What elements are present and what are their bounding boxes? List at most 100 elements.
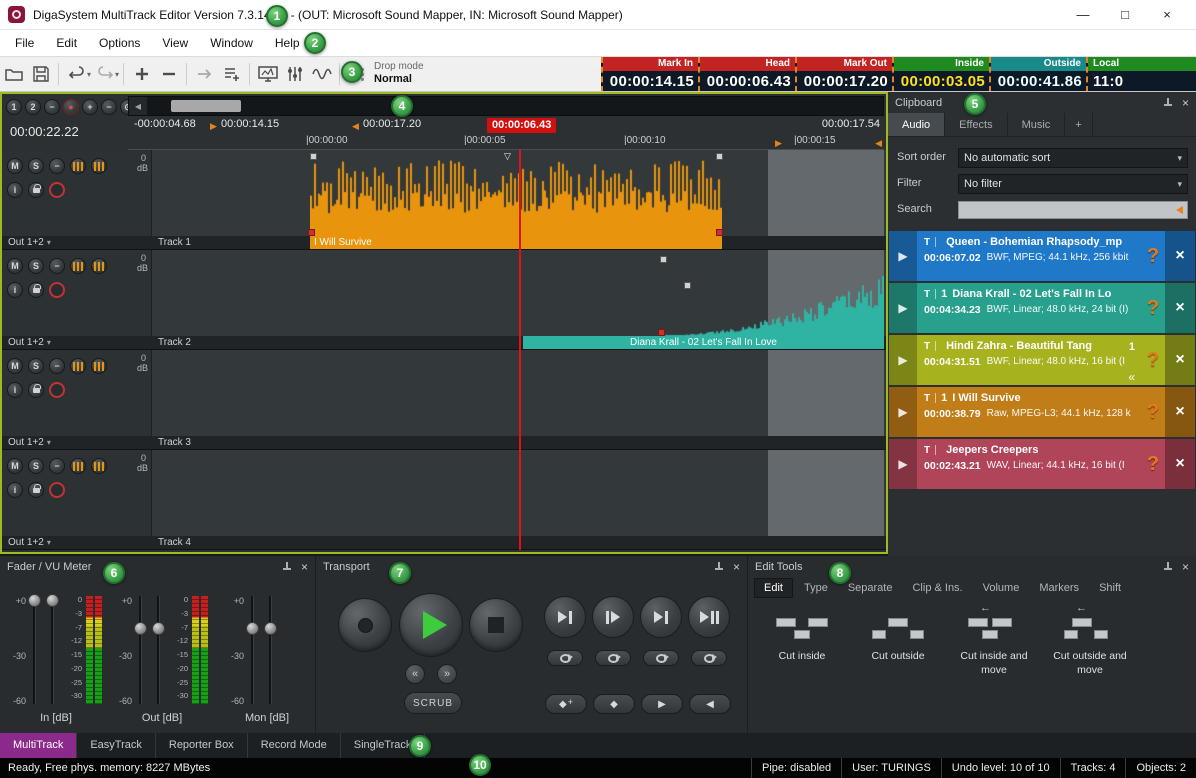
clip-question-icon[interactable]: ? — [1141, 335, 1165, 385]
info-button[interactable]: i — [7, 382, 23, 398]
clipboard-item-hindi-zahra[interactable]: ▶ T Hindi Zahra - Beautiful Tang 00:04:3… — [889, 335, 1195, 385]
collapse-track-button[interactable]: − — [49, 158, 65, 174]
lock-button[interactable] — [28, 282, 44, 298]
forward-button[interactable]: » — [437, 664, 457, 684]
time-field-mark-out[interactable]: Mark Out 00:00:17.20 — [795, 57, 892, 92]
tab-shift[interactable]: Shift — [1090, 578, 1130, 598]
skip-to-start-button[interactable] — [544, 596, 586, 638]
clip-title-bar[interactable]: Diana Krall - 02 Let's Fall In Love — [523, 336, 884, 349]
clip-question-icon[interactable]: ? — [1141, 439, 1165, 489]
menu-edit[interactable]: Edit — [45, 30, 88, 56]
output-routing-select[interactable]: Out 1+2 ▾ — [8, 236, 51, 249]
time-field-head[interactable]: Head 00:00:06.43 — [698, 57, 795, 92]
tab-separate[interactable]: Separate — [839, 578, 902, 598]
pin-icon[interactable] — [714, 562, 724, 572]
stop-button[interactable] — [469, 598, 523, 652]
loop-button-3[interactable] — [643, 650, 679, 666]
mixer-view-button[interactable] — [281, 61, 308, 88]
menu-view[interactable]: View — [151, 30, 199, 56]
monitor-view-button[interactable] — [254, 61, 281, 88]
tab-multitrack[interactable]: MultiTrack — [0, 733, 77, 758]
search-input[interactable] — [958, 201, 1188, 219]
close-button[interactable]: × — [1146, 1, 1188, 29]
solo-button[interactable]: S — [28, 458, 44, 474]
clip-remove-button[interactable]: × — [1165, 387, 1195, 437]
mark-out-flag-icon[interactable]: ◀ — [352, 121, 359, 132]
undo-button[interactable] — [63, 61, 90, 88]
clip-question-icon[interactable]: ? — [1141, 283, 1165, 333]
marker-button[interactable]: ◆ — [593, 694, 635, 714]
clip-handle[interactable] — [660, 256, 667, 263]
scrub-button[interactable]: SCRUB — [404, 692, 462, 714]
sort-order-select[interactable]: No automatic sort ▾ — [958, 148, 1188, 168]
redo-dropdown-caret[interactable]: ▾ — [115, 70, 119, 79]
timeline-tick-ruler[interactable]: |00:00:00 |00:00:05 |00:00:10 |00:00:15 … — [128, 135, 884, 150]
timeline-marker-ruler[interactable]: -00:00:04.68 ▶ 00:00:14.15 ◀ 00:00:17.20… — [128, 118, 884, 135]
meter-left-button[interactable] — [70, 358, 86, 374]
waveform-view-button[interactable] — [308, 61, 335, 88]
solo-button[interactable]: S — [28, 258, 44, 274]
collapse-track-button[interactable]: − — [49, 258, 65, 274]
clip-question-icon[interactable]: ? — [1141, 231, 1165, 281]
tab-edit[interactable]: Edit — [754, 578, 793, 598]
pin-icon[interactable] — [1163, 562, 1173, 572]
tab-effects[interactable]: Effects — [945, 113, 1007, 136]
fader-knob[interactable] — [46, 594, 59, 607]
tab-easytrack[interactable]: EasyTrack — [77, 733, 156, 758]
collapse-track-button[interactable]: − — [49, 458, 65, 474]
timeline-scrollbar[interactable]: ◀ — [128, 96, 884, 116]
fader-knob[interactable] — [28, 594, 41, 607]
clip-remove-button[interactable]: × — [1165, 335, 1195, 385]
tail-marker-icon[interactable]: ▶ — [775, 138, 782, 149]
info-button[interactable]: i — [7, 482, 23, 498]
lock-button[interactable] — [28, 482, 44, 498]
clip-expand-icon[interactable]: « — [1128, 370, 1135, 384]
tab-singletrack[interactable]: SingleTrack — [341, 733, 426, 758]
loop-button-1[interactable] — [547, 650, 583, 666]
info-button[interactable]: i — [7, 282, 23, 298]
maximize-button[interactable]: □ — [1104, 1, 1146, 29]
clip-handle[interactable] — [684, 282, 691, 289]
time-field-inside[interactable]: Inside 00:00:03.05 — [892, 57, 989, 92]
solo-button[interactable]: S — [28, 358, 44, 374]
pin-icon[interactable] — [1163, 98, 1173, 108]
mark-in-flag-icon[interactable]: ▶ — [210, 121, 217, 132]
record-button[interactable] — [338, 598, 392, 652]
tab-add[interactable]: + — [1065, 113, 1092, 136]
menu-window[interactable]: Window — [199, 30, 264, 56]
goto-marker-button[interactable] — [191, 61, 218, 88]
loop-button-2[interactable] — [595, 650, 631, 666]
meter-right-button[interactable] — [91, 158, 107, 174]
open-folder-button[interactable] — [0, 61, 27, 88]
cut-inside-button[interactable]: Cut inside — [756, 606, 848, 724]
track1-waveform-clip[interactable] — [310, 160, 722, 236]
menu-help[interactable]: Help — [264, 30, 311, 56]
record-arm-button[interactable] — [49, 482, 65, 498]
record-arm-button[interactable] — [49, 382, 65, 398]
close-icon[interactable]: × — [733, 562, 740, 572]
time-field-outside[interactable]: Outside 00:00:41.86 — [989, 57, 1086, 92]
rewind-button[interactable]: « — [405, 664, 425, 684]
play-pause-button[interactable] — [688, 596, 730, 638]
clipboard-item-queen[interactable]: ▶ T Queen - Bohemian Rhapsody_mp 00:06:0… — [889, 231, 1195, 281]
remove-button[interactable] — [155, 61, 182, 88]
skip-to-end-button[interactable] — [640, 596, 682, 638]
cut-inside-move-button[interactable]: ← Cut inside and move — [948, 606, 1040, 724]
close-icon[interactable]: × — [1182, 562, 1189, 572]
play-button[interactable] — [399, 593, 463, 657]
clip-handle[interactable] — [310, 153, 317, 160]
clip-title-bar[interactable]: I Will Survive — [310, 236, 722, 249]
scrollbar-thumb[interactable] — [171, 100, 241, 112]
cut-outside-button[interactable]: Cut outside — [852, 606, 944, 724]
output-routing-select[interactable]: Out 1+2 ▾ — [8, 436, 51, 449]
add-button[interactable] — [128, 61, 155, 88]
track-name[interactable]: Track 3 — [158, 436, 191, 449]
marker-add-button[interactable]: ◆+ — [545, 694, 587, 714]
loop-button-4[interactable] — [691, 650, 727, 666]
clip-remove-button[interactable]: × — [1165, 283, 1195, 333]
time-field-local[interactable]: Local 11:0 — [1086, 57, 1196, 92]
fader-knob[interactable] — [134, 622, 147, 635]
clip-play-button[interactable]: ▶ — [889, 439, 917, 489]
tab-volume[interactable]: Volume — [974, 578, 1029, 598]
clip-fade-handle[interactable] — [716, 229, 723, 236]
